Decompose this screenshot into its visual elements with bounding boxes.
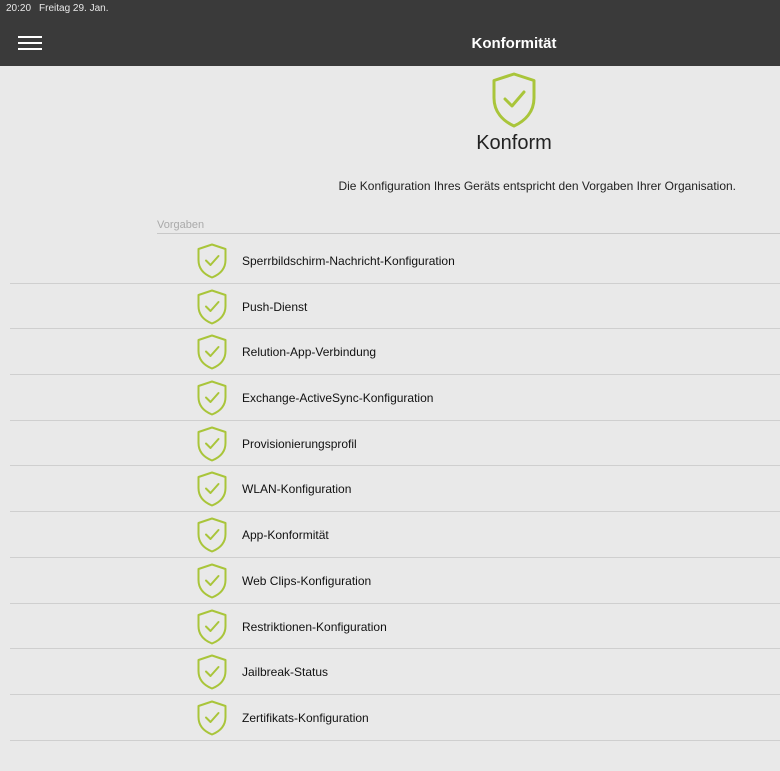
list-item[interactable]: Restriktionen-Konfiguration — [0, 604, 780, 650]
shield-check-icon — [197, 563, 227, 599]
compliance-status-description: Die Konfiguration Ihres Geräts entsprich… — [338, 179, 736, 193]
list-item-label: Zertifikats-Konfiguration — [242, 710, 369, 725]
app-header: 20:20 Freitag 29. Jan. Konformität — [0, 0, 780, 66]
shield-check-icon — [197, 426, 227, 462]
shield-check-icon — [197, 517, 227, 553]
list-item-label: Restriktionen-Konfiguration — [242, 619, 387, 634]
status-date: Freitag 29. Jan. — [39, 3, 109, 14]
shield-check-icon — [197, 380, 227, 416]
status-time: 20:20 — [6, 3, 32, 14]
list-item-label: Provisionierungsprofil — [242, 436, 357, 451]
list-item-label: WLAN-Konfiguration — [242, 482, 352, 497]
page-title: Konformität — [471, 35, 557, 52]
list-item-label: Relution-App-Verbindung — [242, 345, 377, 360]
status-bar: 20:20 Freitag 29. Jan. — [6, 3, 109, 14]
shield-check-icon — [197, 700, 227, 736]
list-item-label: Exchange-ActiveSync-Konfiguration — [242, 391, 434, 406]
list-item-label: Jailbreak-Status — [242, 665, 329, 680]
shield-check-icon — [197, 243, 227, 279]
list-item[interactable]: Web Clips-Konfiguration — [0, 558, 780, 604]
list-item[interactable]: Relution-App-Verbindung — [0, 329, 780, 376]
shield-check-icon — [197, 654, 227, 690]
shield-check-icon — [492, 72, 536, 128]
list-item[interactable]: App-Konformität — [0, 512, 780, 558]
list-item-label: Sperrbildschirm-Nachricht-Konfiguration — [242, 254, 455, 268]
list-divider — [10, 739, 780, 741]
list-item-label: Web Clips-Konfiguration — [242, 573, 372, 588]
list-item[interactable]: Zertifikats-Konfiguration — [0, 695, 780, 741]
list-item-label: App-Konformität — [242, 528, 329, 543]
compliance-status-title: Konform — [476, 132, 552, 154]
list-item[interactable]: Jailbreak-Status — [0, 649, 780, 695]
shield-check-icon — [197, 609, 227, 644]
shield-check-icon — [197, 471, 227, 507]
compliance-rules-list: Sperrbildschirm-Nachricht-Konfiguration … — [0, 238, 780, 741]
list-item[interactable]: Sperrbildschirm-Nachricht-Konfiguration — [0, 238, 780, 284]
section-label: Vorgaben — [157, 219, 205, 231]
list-item[interactable]: WLAN-Konfiguration — [0, 466, 780, 513]
shield-check-icon — [197, 289, 227, 325]
shield-check-icon — [197, 334, 227, 370]
list-item[interactable]: Provisionierungsprofil — [0, 421, 780, 467]
list-item[interactable]: Push-Dienst — [0, 284, 780, 330]
section-divider — [157, 233, 780, 234]
list-item-label: Push-Dienst — [242, 299, 308, 314]
list-item[interactable]: Exchange-ActiveSync-Konfiguration — [0, 375, 780, 421]
